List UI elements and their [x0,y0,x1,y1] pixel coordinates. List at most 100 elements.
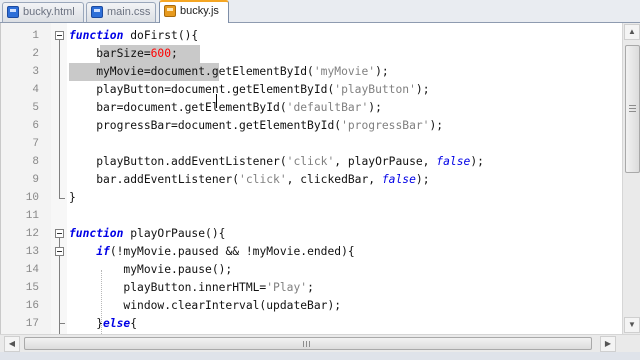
code-token: ); [429,119,444,132]
code-line[interactable]: 5 bar=document.getElementById('defaultBa… [1,99,623,117]
tab-main-css[interactable]: main.css [86,2,156,22]
code-text: bar=document.getElementById('defaultBar'… [69,99,382,117]
code-editor[interactable]: 1 function doFirst(){2 barSize=600; 3 myMo… [0,23,623,334]
line-number: 16 [25,300,39,312]
status-strip [0,352,640,360]
code-token: if [96,245,110,258]
tab-label: bucky.js [180,5,219,17]
code-text: myMovie=document.getElementById('myMovie… [69,63,388,81]
code-token: playButton.addEventListener( [69,155,287,168]
code-text: myMovie.pause(); [69,261,232,279]
code-token: playOrPause(){ [123,227,226,240]
code-line[interactable]: 10} [1,189,623,207]
line-number: 6 [32,120,39,132]
code-token: myMovie.pause(); [69,263,233,276]
code-token: (!myMovie.paused && !myMovie.ended){ [109,245,355,258]
grip-line [309,341,310,347]
grip-line [306,341,307,347]
code-token: bar=document.getElementById( [69,101,287,114]
code-line[interactable]: 9 bar.addEventListener('click', clickedB… [1,171,623,189]
code-line[interactable]: 3 myMovie=document.getElementById('myMov… [1,63,623,81]
code-token: 'progressBar' [341,119,430,132]
code-token: , clickedBar, [286,173,382,186]
tab-label: bucky.html [23,6,75,18]
code-token: , playOrPause, [334,155,437,168]
vertical-scrollbar[interactable]: ▲ ▼ [622,23,640,334]
code-line[interactable]: 17 }else{ [1,315,623,333]
code-line[interactable]: 11 [1,207,623,225]
code-line[interactable]: 12 function playOrPause(){ [1,225,623,243]
code-token: { [130,317,138,330]
code-token: ; [171,47,178,60]
code-text: barSize=600; [69,45,178,63]
code-token: bar.addEventListener( [69,173,240,186]
code-token: 'Play' [266,281,308,294]
code-token: } [69,317,104,330]
line-number: 11 [25,210,39,222]
code-line[interactable]: 6 progressBar=document.getElementById('p… [1,117,623,135]
code-text: } [69,189,76,207]
scroll-down-icon[interactable]: ▼ [624,317,640,333]
code-token: ; [307,281,314,294]
code-token: 'playButton' [334,83,416,96]
code-token: playButton=document.getElementById( [69,83,335,96]
code-token: 600 [150,47,172,60]
line-number: 2 [32,48,39,60]
line-number: 3 [32,66,39,78]
grip-line [303,341,304,347]
tab-label: main.css [107,6,151,18]
code-token: 'click' [239,173,287,186]
file-icon [7,6,19,18]
code-text: playButton.addEventListener('click', pla… [69,153,484,171]
file-icon [164,5,176,17]
line-number: 14 [25,264,39,276]
code-line[interactable]: 14 myMovie.pause(); [1,261,623,279]
line-number: 4 [32,84,39,96]
line-number: 9 [32,174,39,186]
code-line[interactable]: 13 if(!myMovie.paused && !myMovie.ended)… [1,243,623,261]
line-number: 17 [25,318,39,330]
grip-line [629,111,636,112]
scroll-up-icon[interactable]: ▲ [624,24,640,40]
line-number: 10 [25,192,39,204]
tab-bucky-html[interactable]: bucky.html [2,2,84,22]
code-line[interactable]: 15 playButton.innerHTML='Play'; [1,279,623,297]
code-token: progressBar=document.getElementById( [69,119,342,132]
code-text: }else{ [69,315,137,333]
code-token: function [69,227,124,240]
code-line[interactable]: 7 [1,135,623,153]
code-text: bar.addEventListener('click', clickedBar… [69,171,430,189]
code-line[interactable]: 16 window.clearInterval(updateBar); [1,297,623,315]
line-number: 5 [32,102,39,114]
code-token: false [436,155,471,168]
code-token: else [103,317,131,330]
line-number: 15 [25,282,39,294]
line-number: 13 [25,246,39,258]
code-line[interactable]: 2 barSize=600; [1,45,623,63]
code-line[interactable]: 4 playButton=document.getElementById('pl… [1,81,623,99]
code-token: playButton.innerHTML= [69,281,267,294]
code-token: barSize= [69,47,151,60]
code-token: ); [415,173,430,186]
scroll-left-icon[interactable]: ◀ [4,336,20,352]
grip-line [629,105,636,106]
code-text: function doFirst(){ [69,27,198,45]
horizontal-scrollbar[interactable]: ◀ ▶ [0,334,640,352]
line-number: 12 [25,228,39,240]
code-text: window.clearInterval(updateBar); [69,297,341,315]
code-line[interactable]: 8 playButton.addEventListener('click', p… [1,153,623,171]
code-text: progressBar=document.getElementById('pro… [69,117,443,135]
line-number: 8 [32,156,39,168]
vertical-scroll-thumb[interactable] [625,45,640,173]
grip-line [629,108,636,109]
code-token: ); [470,155,484,168]
scroll-right-icon[interactable]: ▶ [600,336,616,352]
file-icon [91,6,103,18]
code-token: false [381,173,416,186]
code-text: playButton=document.getElementById('play… [69,81,429,99]
horizontal-scroll-thumb[interactable] [24,337,592,350]
code-line[interactable]: 1 function doFirst(){ [1,27,623,45]
code-text: playButton.innerHTML='Play'; [69,279,314,297]
tab-bucky-js[interactable]: bucky.js [159,0,229,23]
